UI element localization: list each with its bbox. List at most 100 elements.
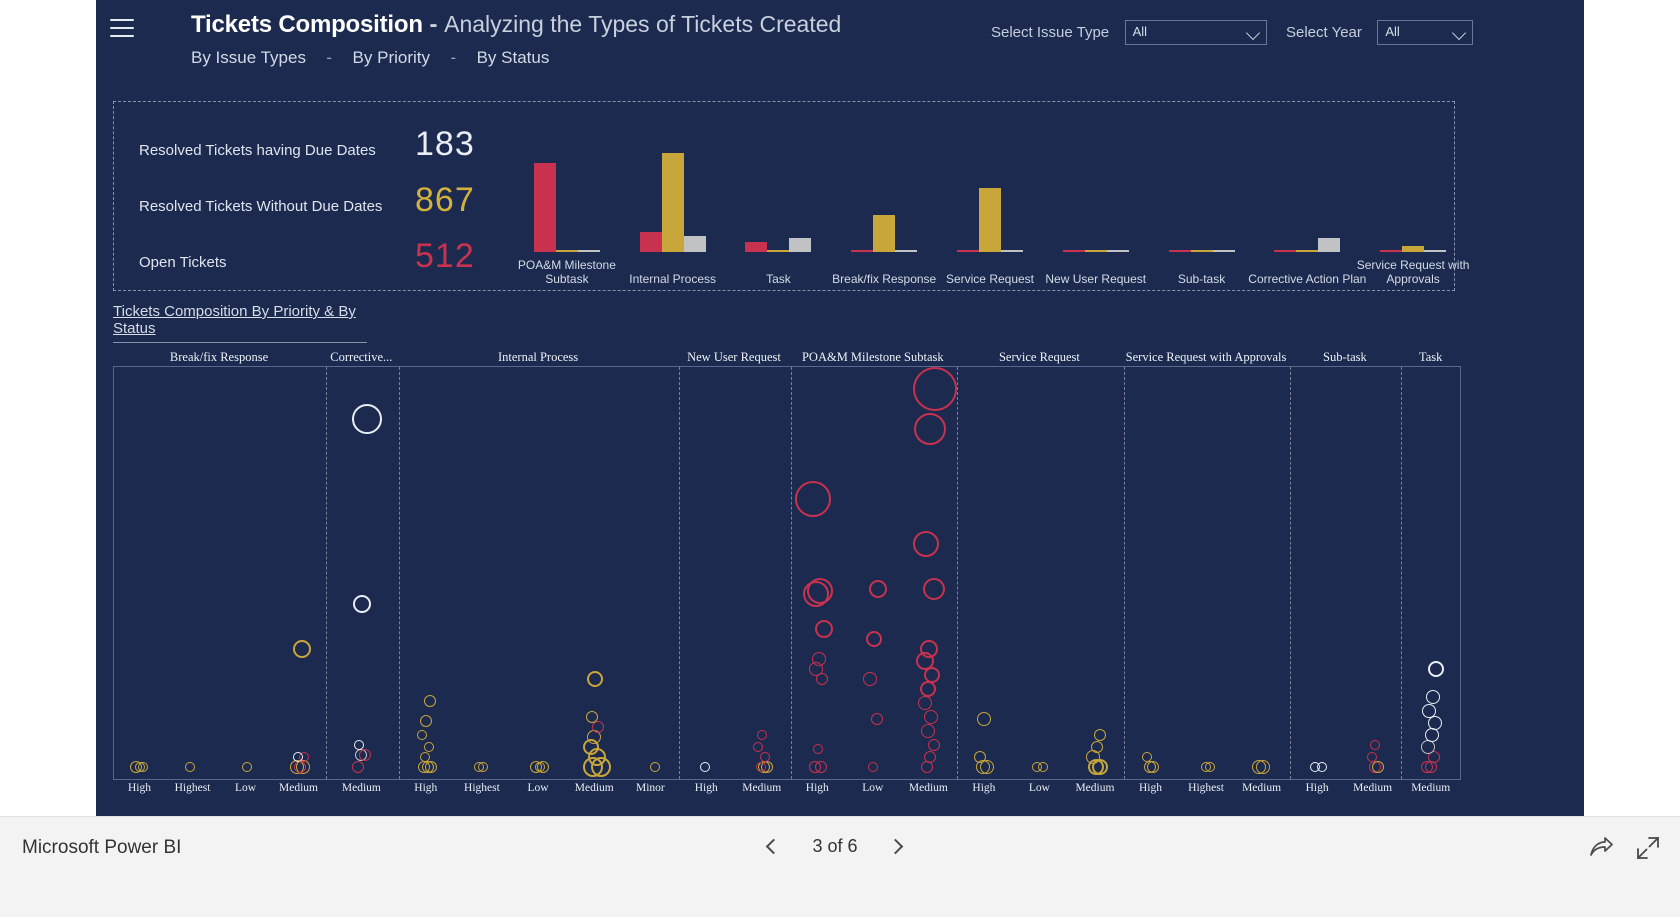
- bar-group[interactable]: POA&M Milestone Subtask: [514, 110, 620, 286]
- chevron-right-icon[interactable]: [884, 833, 910, 859]
- bar-open[interactable]: [533, 162, 556, 252]
- scatter-point[interactable]: [1421, 740, 1436, 754]
- scatter-point[interactable]: [870, 713, 883, 725]
- bar-resolved-due[interactable]: [1106, 250, 1129, 252]
- scatter-point[interactable]: [591, 721, 604, 733]
- scatter-point[interactable]: [863, 672, 878, 686]
- bar-resolved-no-due[interactable]: [1402, 245, 1425, 252]
- scatter-point[interactable]: [1424, 728, 1439, 742]
- scatter-point[interactable]: [920, 681, 937, 697]
- scatter-point[interactable]: [359, 749, 372, 761]
- scatter-point[interactable]: [699, 762, 710, 772]
- scatter-point[interactable]: [1147, 761, 1160, 773]
- scatter-point[interactable]: [924, 710, 939, 724]
- scatter-point[interactable]: [759, 752, 770, 762]
- scatter-point[interactable]: [138, 762, 149, 772]
- scatter-point[interactable]: [1204, 762, 1215, 772]
- bar-resolved-no-due[interactable]: [1190, 250, 1213, 252]
- scatter-point[interactable]: [351, 404, 382, 434]
- scatter-point[interactable]: [920, 724, 935, 738]
- scatter-point[interactable]: [420, 752, 431, 762]
- bar-open[interactable]: [1168, 250, 1191, 252]
- year-dropdown[interactable]: All: [1377, 20, 1474, 45]
- bar-group[interactable]: New User Request: [1043, 110, 1149, 286]
- fullscreen-icon[interactable]: [1635, 835, 1661, 866]
- bar-open[interactable]: [1274, 250, 1297, 252]
- issue-type-dropdown[interactable]: All: [1124, 20, 1267, 45]
- scatter-point[interactable]: [649, 762, 660, 772]
- scatter-point[interactable]: [912, 367, 957, 411]
- scatter-point[interactable]: [755, 762, 766, 772]
- scatter-point[interactable]: [920, 640, 939, 658]
- bar-resolved-no-due[interactable]: [661, 152, 684, 252]
- bar-group[interactable]: Corrective Action Plan: [1248, 110, 1366, 286]
- hamburger-menu-icon[interactable]: [110, 19, 134, 37]
- scatter-point[interactable]: [292, 752, 303, 762]
- scatter-point[interactable]: [419, 715, 432, 727]
- scatter-point[interactable]: [913, 531, 940, 557]
- scatter-point[interactable]: [867, 762, 878, 772]
- bar-resolved-no-due[interactable]: [1296, 250, 1319, 252]
- scatter-point[interactable]: [1090, 741, 1103, 753]
- scatter-point[interactable]: [869, 580, 888, 598]
- bar-group[interactable]: Service Request: [937, 110, 1043, 286]
- scatter-point[interactable]: [1031, 762, 1042, 772]
- scatter-point[interactable]: [1094, 729, 1107, 741]
- bar-resolved-due[interactable]: [1212, 250, 1235, 252]
- scatter-point[interactable]: [807, 578, 834, 604]
- bar-resolved-no-due[interactable]: [873, 214, 896, 252]
- bar-open[interactable]: [1062, 250, 1085, 252]
- scatter-point[interactable]: [353, 740, 364, 750]
- bar-group[interactable]: Task: [726, 110, 832, 286]
- bar-group[interactable]: Break/fix Response: [831, 110, 937, 286]
- scatter-point[interactable]: [794, 481, 831, 517]
- scatter-point[interactable]: [585, 711, 598, 723]
- bar-resolved-due[interactable]: [895, 250, 918, 252]
- bar-group[interactable]: Sub-task: [1149, 110, 1255, 286]
- scatter-point[interactable]: [353, 595, 372, 613]
- scatter-point[interactable]: [814, 620, 833, 638]
- bar-open[interactable]: [1380, 250, 1403, 252]
- scatter-point[interactable]: [1366, 752, 1377, 762]
- bar-group[interactable]: Service Request with Approvals: [1357, 110, 1469, 286]
- bar-resolved-no-due[interactable]: [1084, 250, 1107, 252]
- bar-resolved-no-due[interactable]: [555, 250, 578, 252]
- subnav-item-priority[interactable]: By Priority: [353, 48, 430, 67]
- scatter-point[interactable]: [1428, 716, 1443, 730]
- bar-open[interactable]: [956, 249, 979, 252]
- priority-status-scatter-plot[interactable]: [113, 366, 1461, 780]
- scatter-point[interactable]: [1372, 761, 1385, 773]
- scatter-point[interactable]: [813, 744, 824, 754]
- scatter-point[interactable]: [927, 739, 940, 751]
- scatter-point[interactable]: [922, 578, 945, 600]
- subnav-item-status[interactable]: By Status: [477, 48, 550, 67]
- bar-resolved-no-due[interactable]: [978, 187, 1001, 252]
- bar-resolved-due[interactable]: [683, 235, 706, 252]
- bar-open[interactable]: [851, 249, 874, 252]
- bar-open[interactable]: [745, 242, 768, 252]
- scatter-point[interactable]: [477, 762, 488, 772]
- scatter-point[interactable]: [865, 631, 882, 647]
- scatter-point[interactable]: [976, 712, 991, 726]
- scatter-point[interactable]: [1370, 740, 1381, 750]
- scatter-point[interactable]: [425, 761, 438, 773]
- scatter-point[interactable]: [1428, 661, 1445, 677]
- bar-resolved-no-due[interactable]: [767, 250, 790, 252]
- scatter-point[interactable]: [184, 762, 195, 772]
- scatter-point[interactable]: [423, 695, 436, 707]
- scatter-point[interactable]: [351, 761, 364, 773]
- scatter-point[interactable]: [808, 761, 821, 773]
- scatter-point[interactable]: [1422, 704, 1436, 718]
- chevron-left-icon[interactable]: [760, 833, 786, 859]
- bar-resolved-due[interactable]: [1424, 250, 1447, 252]
- scatter-point[interactable]: [1255, 760, 1270, 774]
- bar-resolved-due[interactable]: [1000, 250, 1023, 252]
- bar-open[interactable]: [639, 232, 662, 252]
- scatter-point[interactable]: [753, 742, 764, 752]
- scatter-point[interactable]: [534, 762, 545, 772]
- scatter-point[interactable]: [423, 742, 434, 752]
- scatter-point[interactable]: [914, 413, 947, 445]
- bar-resolved-due[interactable]: [1318, 238, 1341, 252]
- bar-resolved-due[interactable]: [577, 250, 600, 252]
- bar-group[interactable]: Internal Process: [620, 110, 726, 286]
